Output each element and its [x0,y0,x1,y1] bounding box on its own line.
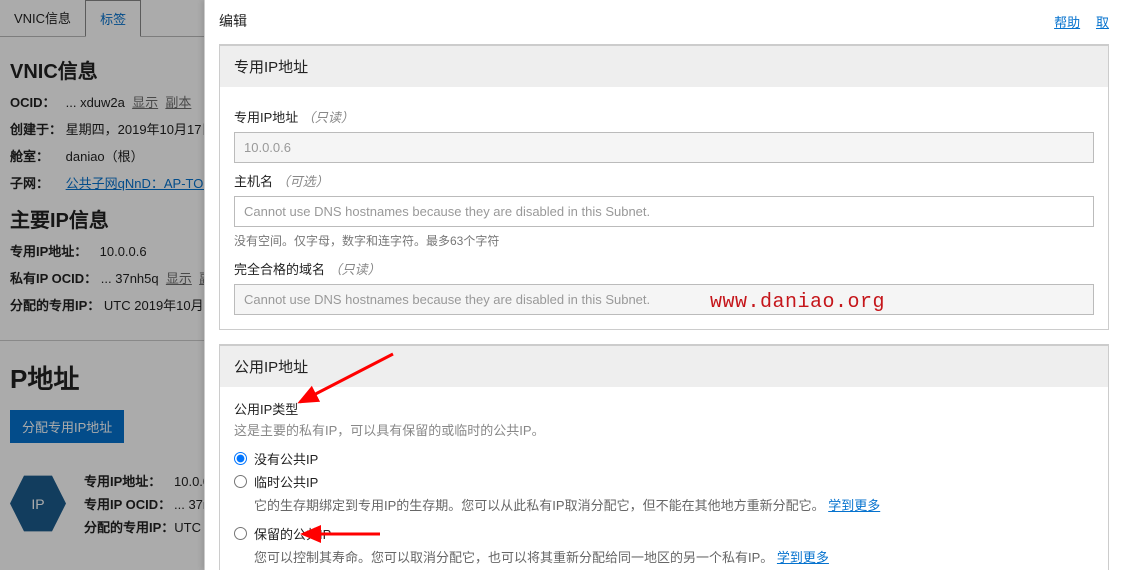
public-ip-type-help: 这是主要的私有IP，可以具有保留的或临时的公共IP。 [234,420,1094,439]
radio-reserved-desc: 您可以控制其寿命。您可以取消分配它，也可以将其重新分配给同一地区的另一个私有IP… [254,547,1094,566]
radio-reserved-ip-input[interactable] [234,527,247,540]
radio-ephemeral-ip[interactable]: 临时公共IP [234,472,1094,491]
compartment-label: 舱室： [10,146,62,165]
assign-private-ip-button[interactable]: 分配专用IP地址 [10,410,124,443]
ocid-value: ... xduw2a [66,95,125,110]
compartment-value: daniao（根） [66,149,144,164]
private-ip-field-label: 专用IP地址 （只读） [234,107,1094,126]
radio-ephemeral-ip-input[interactable] [234,475,247,488]
learn-more-ephemeral-link[interactable]: 学到更多 [828,498,880,513]
private-ip-card: 专用IP地址 专用IP地址 （只读） 主机名 （可选） 没有空间。仅字母，数字和… [219,44,1109,330]
private-ip-input [234,132,1094,163]
private-ocid-label: 私有IP OCID： [10,268,97,287]
learn-more-reserved-link[interactable]: 学到更多 [777,550,829,565]
tab-vnic-info[interactable]: VNIC信息 [0,0,85,36]
radio-no-public-ip[interactable]: 没有公共IP [234,449,1094,468]
public-ip-card-header: 公用IP地址 [220,346,1108,387]
private-ip-value: 10.0.0.6 [100,244,147,259]
private-ip-card-header: 专用IP地址 [220,46,1108,87]
public-ip-card: 公用IP地址 公用IP类型 这是主要的私有IP，可以具有保留的或临时的公共IP。… [219,344,1109,570]
ocid-copy-link[interactable]: 副本 [165,95,191,110]
private-ocid-show-link[interactable]: 显示 [166,271,192,286]
subnet-label: 子网： [10,173,62,192]
modal-header: 编辑 帮助 取 [205,0,1123,42]
hostname-field-label: 主机名 （可选） [234,171,1094,190]
ocid-show-link[interactable]: 显示 [132,95,158,110]
public-ip-radio-group: 没有公共IP 临时公共IP 它的生存期绑定到专用IP的生存期。您可以从此私有IP… [234,449,1094,566]
ocid-label: OCID： [10,92,62,111]
help-link[interactable]: 帮助 [1054,15,1080,30]
modal-body: 专用IP地址 专用IP地址 （只读） 主机名 （可选） 没有空间。仅字母，数字和… [205,42,1123,570]
created-label: 创建于： [10,119,62,138]
public-ip-type-label: 公用IP类型 [234,399,1094,418]
assigned-ip-label: 分配的专用IP： [10,295,100,314]
hostname-input[interactable] [234,196,1094,227]
private-ocid-value: ... 37nh5q [101,271,159,286]
modal-title: 编辑 [219,11,247,31]
ip-hexagon-icon: IP [10,473,66,535]
tab-tags[interactable]: 标签 [85,0,141,37]
fqdn-field-label: 完全合格的域名 （只读） [234,259,1094,278]
edit-modal: 编辑 帮助 取 专用IP地址 专用IP地址 （只读） 主机名 （可选） 没有空间… [204,0,1123,570]
radio-ephemeral-desc: 它的生存期绑定到专用IP的生存期。您可以从此私有IP取消分配它，但不能在其他地方… [254,495,1094,514]
fqdn-input [234,284,1094,315]
radio-no-public-ip-input[interactable] [234,452,247,465]
radio-reserved-ip[interactable]: 保留的公共IP [234,524,1094,543]
cancel-link[interactable]: 取 [1096,15,1109,30]
private-ip-label: 专用IP地址： [10,241,96,260]
hostname-help: 没有空间。仅字母，数字和连字符。最多63个字符 [234,232,1094,249]
ip-details: 专用IP地址：10.0.0. 专用IP OCID：... 37n 分配的专用IP… [84,467,214,540]
